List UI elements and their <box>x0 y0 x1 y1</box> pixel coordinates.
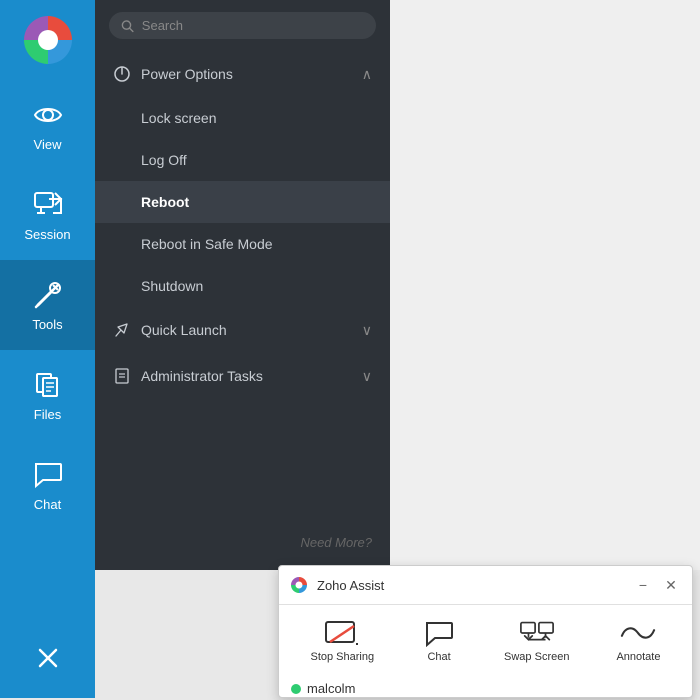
power-options-header[interactable]: Power Options ∧ <box>95 51 390 97</box>
stop-sharing-label: Stop Sharing <box>310 651 374 663</box>
zoho-title: Zoho Assist <box>317 578 624 593</box>
user-name: malcolm <box>307 681 355 696</box>
annotate-icon <box>620 619 656 647</box>
chat-button[interactable]: Chat <box>411 615 467 667</box>
search-input-wrap[interactable] <box>109 12 376 39</box>
quick-launch-label: Quick Launch <box>141 322 227 338</box>
need-more[interactable]: Need More? <box>95 515 390 570</box>
window-controls: − ✕ <box>632 574 682 596</box>
admin-tasks-icon <box>113 367 131 385</box>
shutdown-item[interactable]: Shutdown <box>95 265 390 307</box>
sidebar-item-view[interactable]: View <box>0 80 95 170</box>
session-icon <box>32 189 64 221</box>
search-bar <box>95 0 390 51</box>
sidebar-item-files-label: Files <box>34 407 61 422</box>
admin-tasks-label: Administrator Tasks <box>141 368 263 384</box>
sidebar-item-session[interactable]: Session <box>0 170 95 260</box>
tools-icon <box>32 279 64 311</box>
search-input[interactable] <box>142 18 364 33</box>
files-icon <box>32 369 64 401</box>
zoho-assist-popup: Zoho Assist − ✕ Stop Sharing <box>278 565 693 698</box>
quick-launch-icon <box>113 321 131 339</box>
sidebar-item-tools-label: Tools <box>32 317 62 332</box>
reboot-safe-item[interactable]: Reboot in Safe Mode <box>95 223 390 265</box>
annotate-button[interactable]: Annotate <box>606 615 670 667</box>
quick-launch-header[interactable]: Quick Launch ∨ <box>95 307 390 353</box>
sidebar-item-tools[interactable]: Tools <box>0 260 95 350</box>
search-icon <box>121 19 134 33</box>
sidebar-item-files[interactable]: Files <box>0 350 95 440</box>
zoho-logo <box>289 575 309 595</box>
log-off-item[interactable]: Log Off <box>95 139 390 181</box>
sidebar-item-chat-label: Chat <box>34 497 61 512</box>
stop-sharing-button[interactable]: Stop Sharing <box>300 615 384 667</box>
power-icon <box>113 65 131 83</box>
view-icon <box>32 99 64 131</box>
reboot-item[interactable]: Reboot <box>95 181 390 223</box>
annotate-label: Annotate <box>616 651 660 663</box>
zoho-footer: malcolm <box>279 677 692 700</box>
swap-screen-icon <box>519 619 555 647</box>
power-options-chevron: ∧ <box>362 66 372 83</box>
zoho-titlebar: Zoho Assist − ✕ <box>279 566 692 605</box>
close-button[interactable] <box>0 618 95 698</box>
content-area <box>390 0 700 570</box>
chat-toolbar-icon <box>421 619 457 647</box>
chat-icon <box>32 459 64 491</box>
sidebar: View Session Tools <box>0 0 95 698</box>
power-options-label: Power Options <box>141 66 233 82</box>
swap-screen-button[interactable]: Swap Screen <box>494 615 579 667</box>
sidebar-item-session-label: Session <box>24 227 70 242</box>
admin-tasks-chevron: ∨ <box>362 368 372 385</box>
stop-sharing-icon <box>324 619 360 647</box>
minimize-button[interactable]: − <box>632 574 654 596</box>
chat-toolbar-label: Chat <box>427 651 450 663</box>
app-logo <box>0 0 95 80</box>
zoho-toolbar: Stop Sharing Chat <box>279 605 692 677</box>
lock-screen-item[interactable]: Lock screen <box>95 97 390 139</box>
quick-launch-chevron: ∨ <box>362 322 372 339</box>
sidebar-item-chat[interactable]: Chat <box>0 440 95 530</box>
swap-screen-label: Swap Screen <box>504 651 569 663</box>
sidebar-item-view-label: View <box>34 137 62 152</box>
menu-panel: Power Options ∧ Lock screen Log Off Rebo… <box>95 0 390 570</box>
user-status-dot <box>291 684 301 694</box>
close-window-button[interactable]: ✕ <box>660 574 682 596</box>
admin-tasks-header[interactable]: Administrator Tasks ∨ <box>95 353 390 399</box>
